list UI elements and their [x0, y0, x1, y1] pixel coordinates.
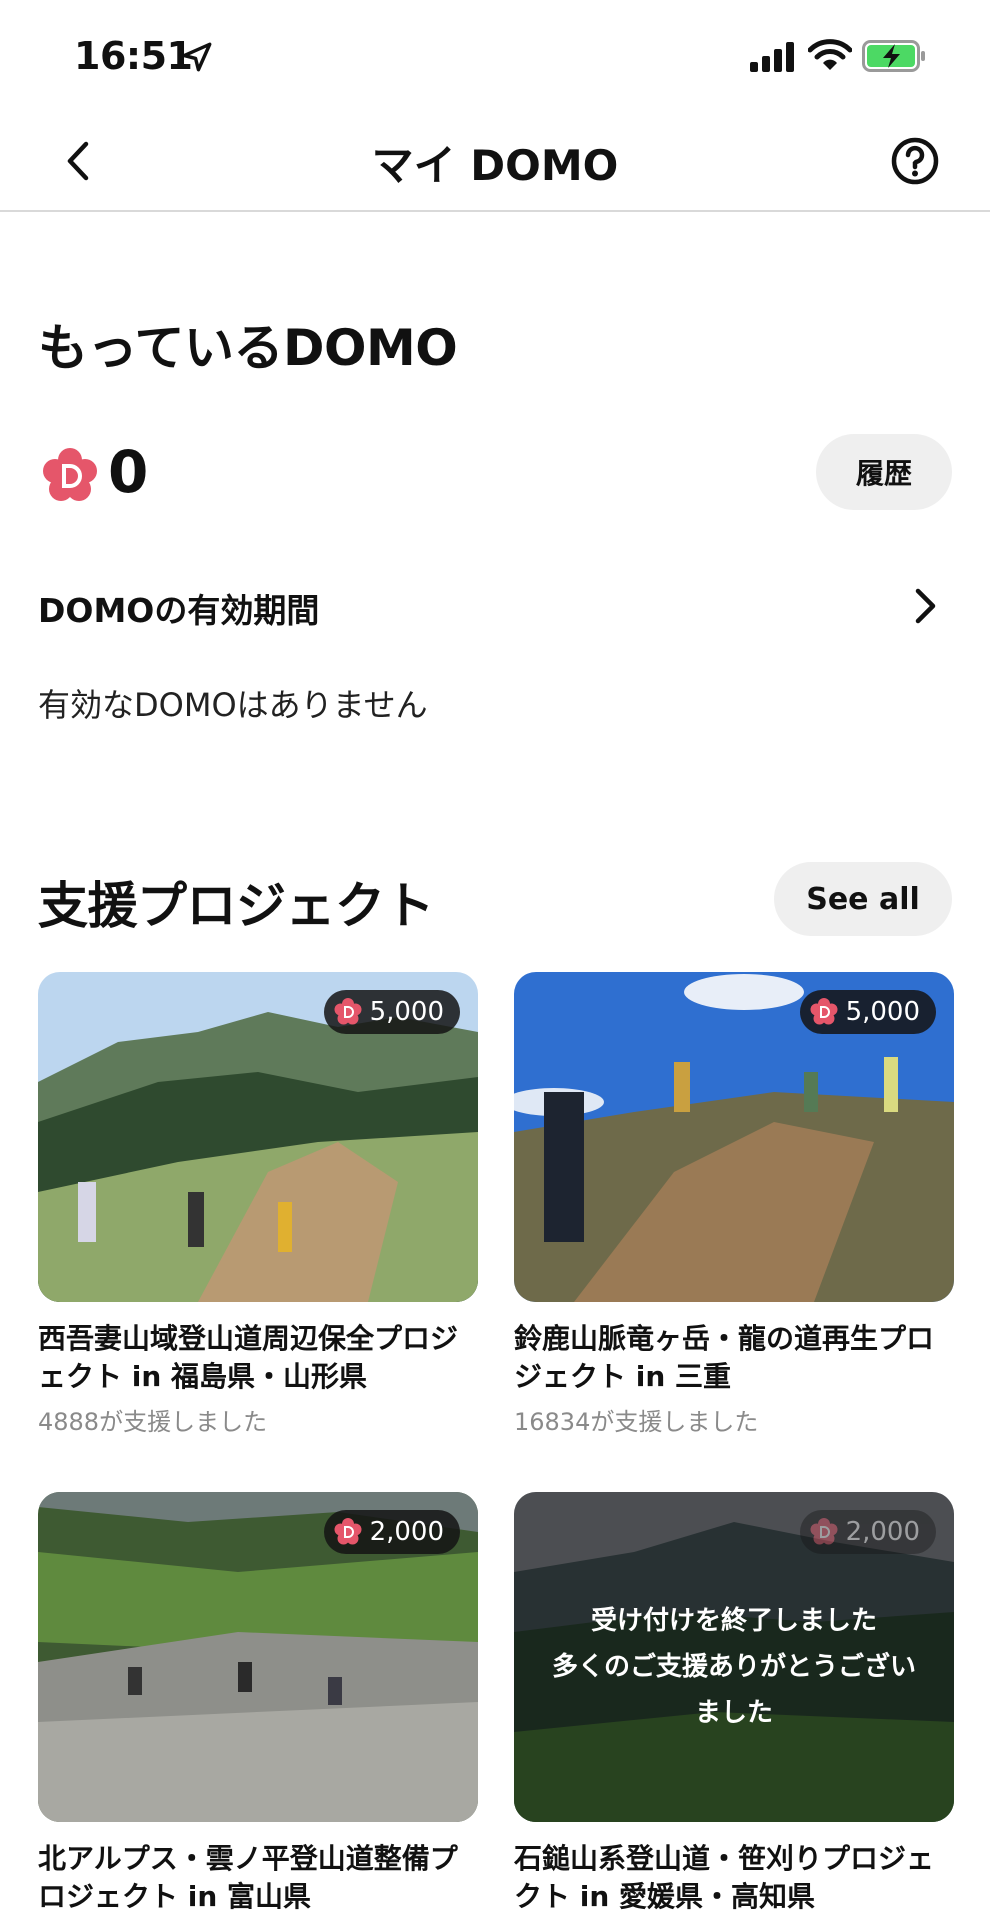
price-badge: 2,000: [799, 1510, 936, 1554]
price-value: 5,000: [845, 997, 920, 1027]
supporter-count: 16834が支援しました: [514, 1408, 759, 1436]
projects-title: 支援プロジェクト: [38, 877, 435, 935]
domo-balance: 0: [108, 438, 149, 506]
project-title: 鈴鹿山脈竜ヶ岳・龍の道再生プロジェクト in 三重: [514, 1322, 935, 1393]
price-badge: 2,000: [323, 1510, 460, 1554]
wifi-icon: [808, 39, 852, 70]
page-title: マイ DOMO: [371, 141, 619, 190]
price-value: 2,000: [845, 1517, 920, 1547]
price-badge: 5,000: [323, 990, 460, 1034]
project-image: 2,000: [38, 1492, 478, 1822]
price-value: 5,000: [369, 997, 444, 1027]
price-value: 2,000: [369, 1517, 444, 1547]
domo-coin-icon: [43, 448, 97, 501]
help-icon[interactable]: [890, 136, 940, 186]
closed-line: ました: [694, 1698, 773, 1728]
domo-coin-icon: [810, 1518, 838, 1545]
battery-charging-icon: [862, 40, 925, 72]
project-image: 5,000: [38, 972, 478, 1302]
status-time: 16:51: [74, 34, 193, 78]
project-image: 5,000: [514, 972, 954, 1302]
price-badge: 5,000: [799, 990, 936, 1034]
signal-icon: [750, 42, 794, 72]
chevron-right-icon: [915, 588, 936, 624]
closed-line: 多くのご支援ありがとうござい: [551, 1652, 916, 1682]
owned-domo-title: もっているDOMO: [38, 319, 458, 377]
validity-empty-text: 有効なDOMOはありません: [38, 686, 428, 724]
closed-line: 受け付けを終了しました: [590, 1606, 877, 1636]
validity-row[interactable]: DOMOの有効期間: [38, 570, 958, 640]
history-button[interactable]: 履歴: [816, 434, 952, 510]
location-arrow-icon: [182, 42, 212, 72]
nav-bar: マイ DOMO: [0, 110, 990, 212]
project-title: 石鎚山系登山道・笹刈りプロジェクト in 愛媛県・高知県: [514, 1842, 935, 1913]
domo-coin-icon: [334, 998, 362, 1025]
supporter-count: 4888が支援しました: [38, 1408, 268, 1436]
validity-label: DOMOの有効期間: [38, 591, 320, 630]
project-image: 受け付けを終了しました 多くのご支援ありがとうござい ました 2,000: [514, 1492, 954, 1822]
domo-coin-icon: [334, 1518, 362, 1545]
project-title: 北アルプス・雲ノ平登山道整備プロジェクト in 富山県: [38, 1842, 458, 1913]
status-bar: 16:51: [0, 0, 990, 110]
project-title: 西吾妻山域登山道周辺保全プロジェクト in 福島県・山形県: [38, 1322, 459, 1393]
see-all-button[interactable]: See all: [774, 862, 952, 936]
domo-coin-icon: [810, 998, 838, 1025]
